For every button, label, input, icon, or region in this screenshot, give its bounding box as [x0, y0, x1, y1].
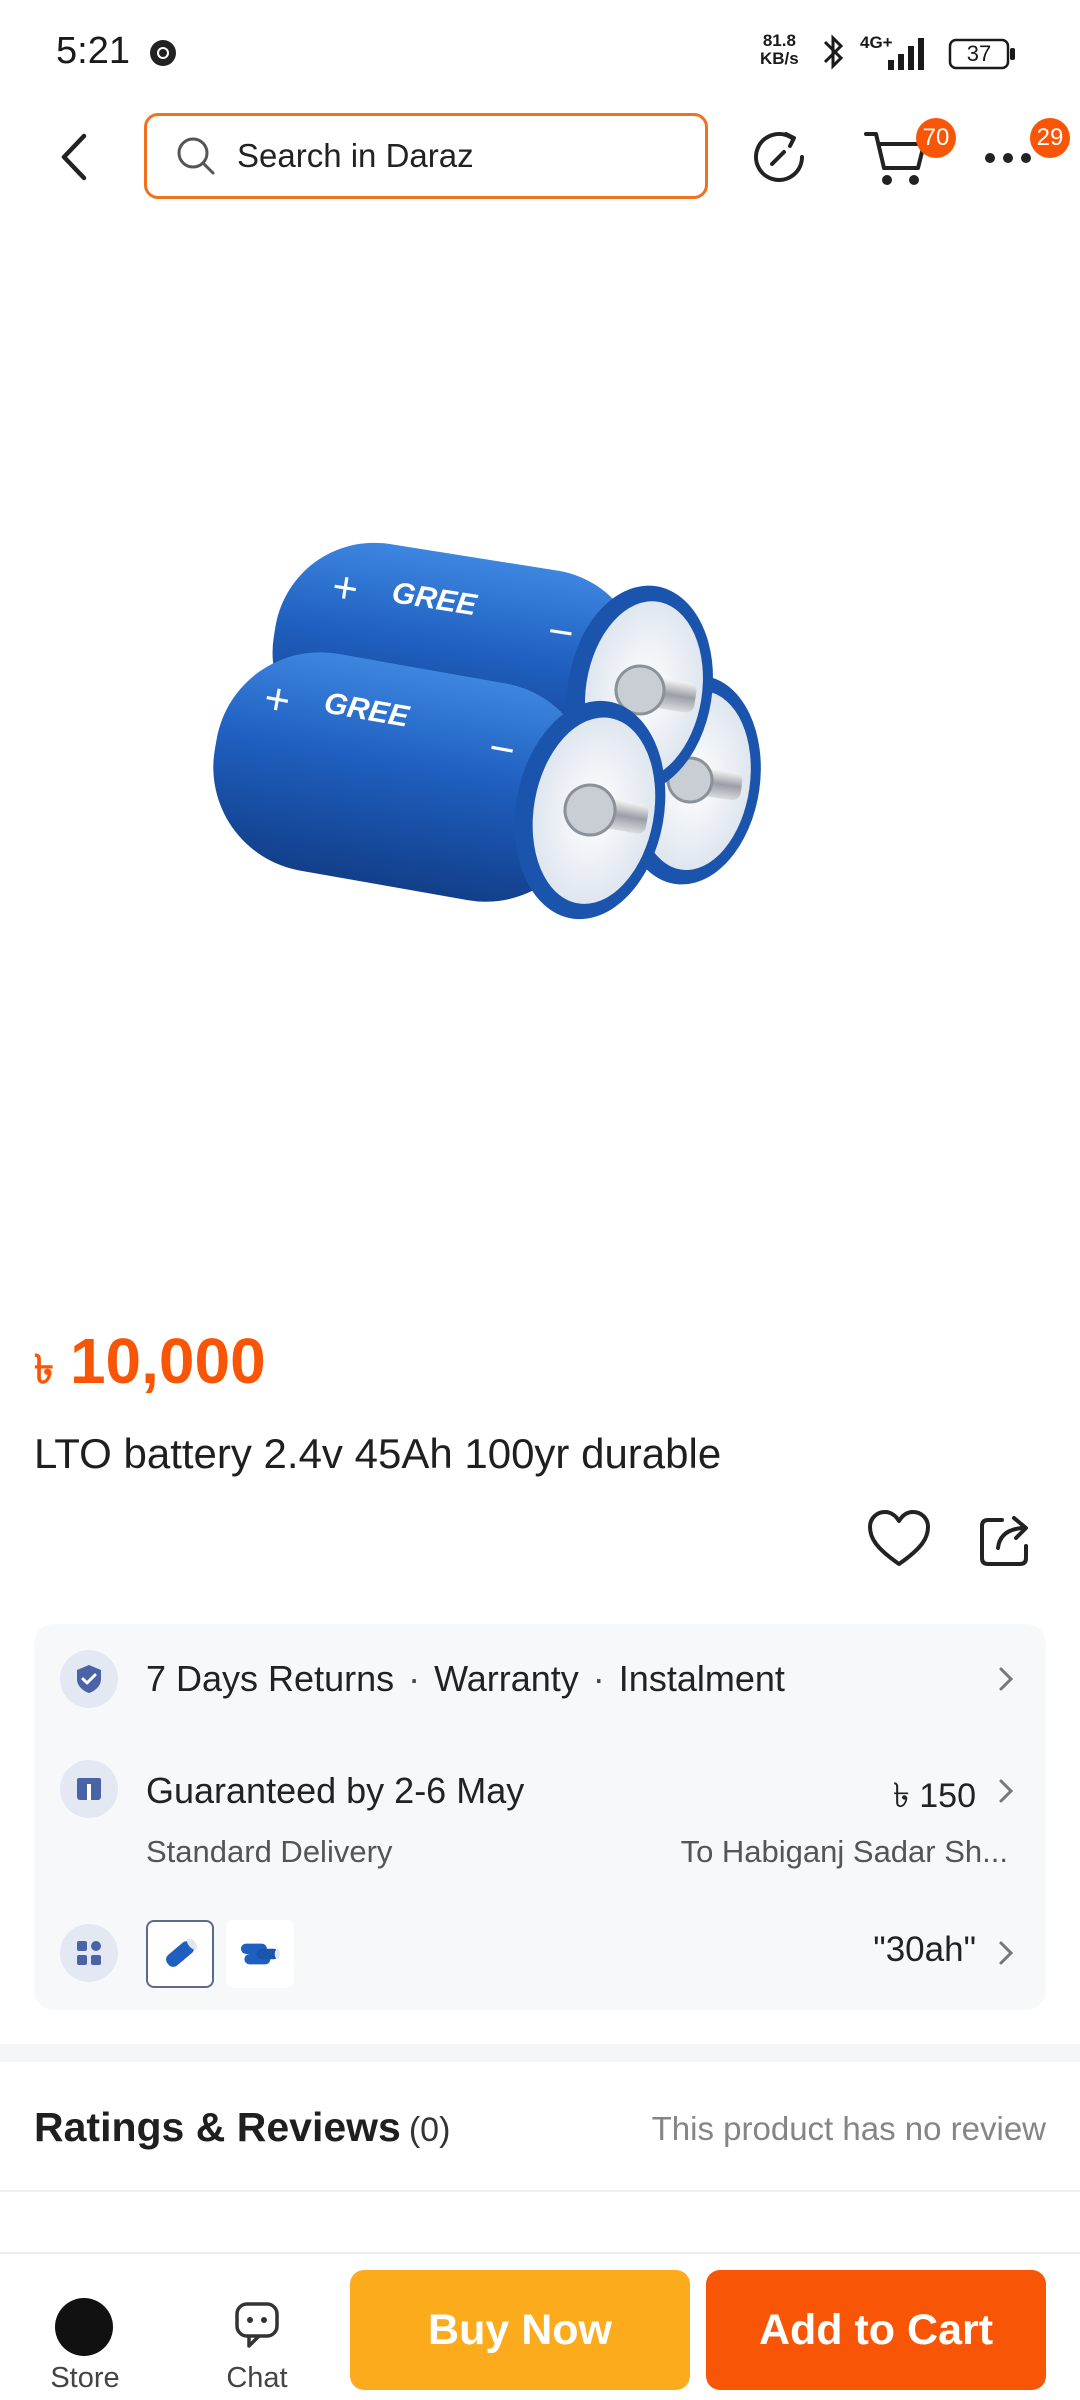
search-placeholder: Search in Daraz — [237, 137, 474, 174]
chevron-right-icon — [999, 1941, 1014, 1965]
status-bar: 5:21 81.8 KB/s 4G+ 37 — [0, 0, 1080, 100]
bottom-action-bar: Store Chat Buy Now Add to Cart — [0, 2252, 1080, 2400]
network-speed: 81.8 KB/s — [760, 31, 799, 68]
history-icon[interactable] — [748, 126, 810, 188]
store-label: Store — [50, 2362, 120, 2394]
variant-selected-label: "30ah" — [873, 1930, 976, 1969]
bluetooth-icon — [823, 34, 844, 70]
variants-grid-icon — [60, 1924, 118, 1982]
shield-icon — [60, 1650, 118, 1708]
chrome-icon — [150, 40, 176, 66]
delivery-title: Guaranteed by 2-6 May — [146, 1770, 525, 1811]
store-avatar — [55, 2298, 113, 2356]
battery-level: 37 — [966, 41, 992, 66]
delivery-location: To Habiganj Sadar Sh... — [680, 1834, 1008, 1869]
price: ৳ 10,000 — [34, 1324, 266, 1405]
price-value: 10,000 — [69, 1325, 266, 1397]
variant-thumbnail[interactable] — [226, 1920, 294, 1988]
search-input[interactable]: Search in Daraz — [144, 113, 708, 199]
add-to-cart-button[interactable]: Add to Cart — [706, 2270, 1046, 2390]
no-review-note: This product has no review — [651, 2110, 1046, 2147]
search-icon — [177, 137, 215, 175]
delivery-fee: ৳ 150 — [892, 1777, 976, 1815]
chat-icon — [235, 2302, 279, 2348]
store-button[interactable]: Store — [30, 2254, 140, 2400]
variant-thumbnail-selected[interactable] — [146, 1920, 214, 1988]
delivery-box-icon — [60, 1760, 118, 1818]
divider — [0, 2190, 1080, 2192]
product-title: LTO battery 2.4v 45Ah 100yr durable — [34, 1430, 722, 1477]
chat-label: Chat — [226, 2362, 288, 2394]
service-info-card: 7 Days Returns · Warranty · Instalment Guara… — [34, 1624, 1046, 2010]
delivery-type: Standard Delivery — [146, 1834, 393, 1869]
more-count-badge: 29 — [1030, 118, 1070, 158]
currency-symbol: ৳ — [34, 1348, 54, 1392]
buy-now-button[interactable]: Buy Now — [350, 2270, 690, 2390]
ratings-count: (0) — [408, 2111, 451, 2149]
chevron-right-icon — [999, 1667, 1014, 1691]
back-arrow-icon[interactable] — [48, 122, 98, 192]
share-icon[interactable] — [978, 1512, 1034, 1568]
cart-count-badge: 70 — [916, 118, 956, 158]
chevron-right-icon — [999, 1779, 1014, 1803]
status-time: 5:21 — [56, 30, 130, 72]
signal-icon: 4G+ — [860, 33, 924, 70]
ratings-title[interactable]: Ratings & Reviews (0) — [34, 2104, 450, 2151]
product-image[interactable]: + − GREE + − GREE — [0, 220, 1080, 1280]
svg-text:4G+: 4G+ — [860, 33, 893, 52]
services-text: 7 Days Returns · Warranty · Instalment — [146, 1658, 785, 1699]
section-divider — [0, 2044, 1080, 2062]
chat-button[interactable]: Chat — [202, 2254, 312, 2400]
heart-icon[interactable] — [866, 1508, 932, 1570]
